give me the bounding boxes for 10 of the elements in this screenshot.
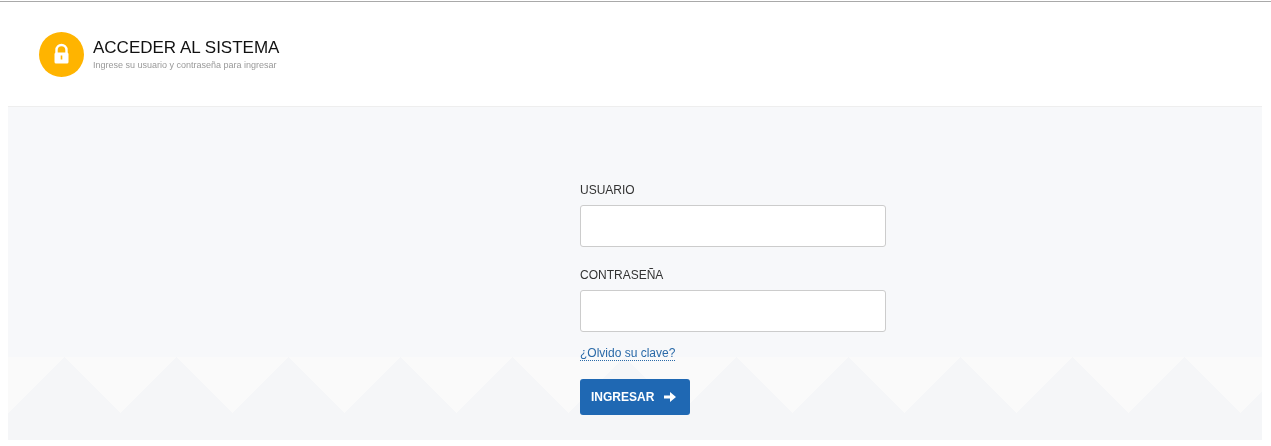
login-button[interactable]: INGRESAR <box>580 379 691 415</box>
page-title: ACCEDER AL SISTEMA <box>93 38 280 58</box>
input-field[interactable] <box>580 290 886 332</box>
field-label: USUARIO <box>580 183 636 197</box>
forgot-password-link[interactable]: ¿Olvido su clave? <box>580 346 676 361</box>
input-field[interactable] <box>580 205 886 247</box>
field-label: CONTRASEÑA <box>580 268 665 282</box>
lock-icon <box>39 31 84 77</box>
arrow-right-icon <box>664 392 677 402</box>
page-subtitle: Ingrese su usuario y contraseña para ingresar <box>93 60 278 70</box>
